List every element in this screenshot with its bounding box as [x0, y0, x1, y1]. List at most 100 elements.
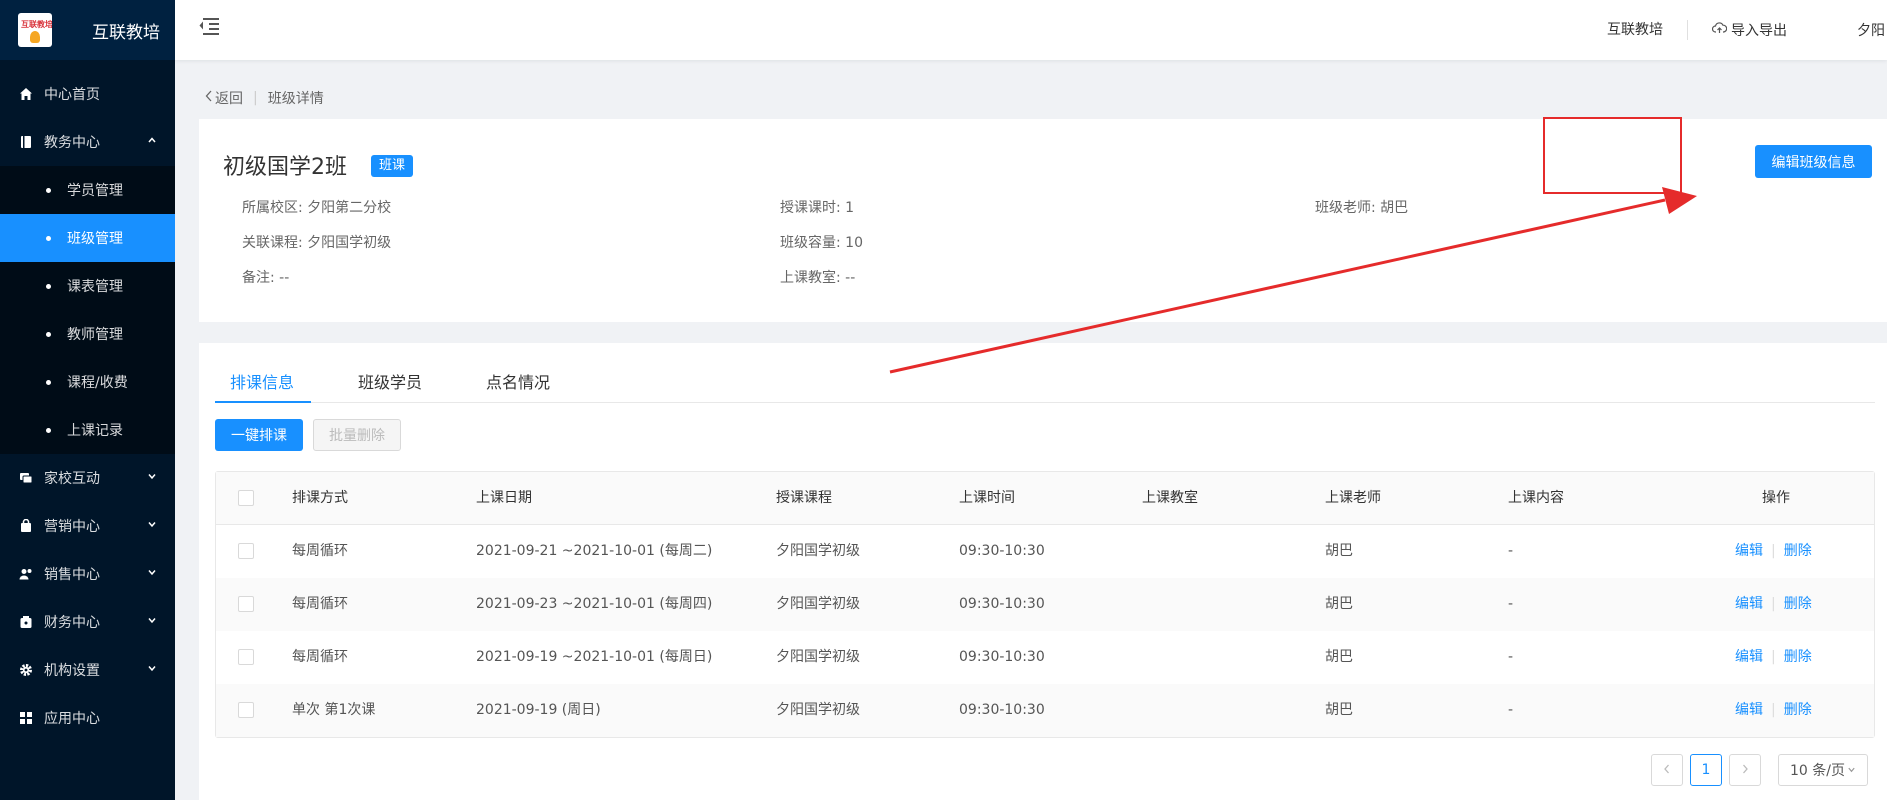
- table-header-row: 排课方式 上课日期 授课课程 上课时间 上课教室 上课老师 上课内容 操作: [216, 472, 1874, 525]
- grid-icon: [18, 710, 34, 726]
- tab-bar: 排课信息 班级学员 点名情况: [215, 343, 1875, 403]
- chevron-down-icon: [1847, 762, 1856, 778]
- gear-icon: [18, 662, 34, 678]
- page-button-current[interactable]: 1: [1690, 754, 1722, 786]
- home-icon: [18, 86, 34, 102]
- users-icon: [18, 566, 34, 582]
- sidebar-item-schedule[interactable]: 课表管理: [0, 262, 175, 310]
- teacher-field: 班级老师: 胡巴: [1315, 200, 1409, 216]
- sidebar-item-students[interactable]: 学员管理: [0, 166, 175, 214]
- sidebar-item-classes[interactable]: 班级管理: [0, 214, 175, 262]
- class-title: 初级国学2班: [223, 155, 347, 180]
- sidebar-item-marketing[interactable]: 营销中心: [0, 502, 175, 550]
- col-header-teacher: 上课老师: [1325, 490, 1381, 506]
- cell-date: 2021-09-23 ~2021-10-01 (每周四): [476, 596, 713, 612]
- cell-mode: 每周循环: [292, 649, 348, 665]
- wallet-icon: [18, 614, 34, 630]
- cell-course: 夕阳国学初级: [776, 649, 860, 665]
- cell-actions: 编辑 | 删除: [1735, 684, 1812, 737]
- delete-row-link[interactable]: 删除: [1784, 525, 1812, 578]
- chevron-down-icon: [147, 615, 157, 628]
- row-checkbox[interactable]: [238, 702, 254, 718]
- prev-page-button[interactable]: [1651, 754, 1683, 786]
- edit-row-link[interactable]: 编辑: [1735, 578, 1763, 631]
- tab-schedule-info[interactable]: 排课信息: [230, 369, 294, 393]
- delete-row-link[interactable]: 删除: [1784, 631, 1812, 684]
- cell-teacher: 胡巴: [1325, 649, 1353, 665]
- delete-row-link[interactable]: 删除: [1784, 578, 1812, 631]
- col-header-course: 授课课程: [776, 490, 832, 506]
- row-checkbox[interactable]: [238, 649, 254, 665]
- cell-content: -: [1508, 649, 1514, 665]
- chevron-left-icon: [1663, 762, 1671, 778]
- note-field: 备注: --: [242, 270, 290, 286]
- cell-content: -: [1508, 543, 1514, 559]
- sidebar-item-settings[interactable]: 机构设置: [0, 646, 175, 694]
- edit-row-link[interactable]: 编辑: [1735, 525, 1763, 578]
- chat-icon: [18, 470, 34, 486]
- header-user-name[interactable]: 夕阳: [1857, 20, 1887, 40]
- chevron-down-icon: [147, 471, 157, 484]
- sidebar-item-apps[interactable]: 应用中心: [0, 694, 175, 742]
- sidebar-item-finance[interactable]: 财务中心: [0, 598, 175, 646]
- sidebar-item-academic[interactable]: 教务中心: [0, 118, 175, 166]
- course-field: 关联课程: 夕阳国学初级: [242, 235, 392, 251]
- cell-actions: 编辑 | 删除: [1735, 578, 1812, 631]
- table-row: 每周循环 2021-09-21 ~2021-10-01 (每周二) 夕阳国学初级…: [216, 525, 1874, 578]
- auto-schedule-button[interactable]: 一键排课: [215, 419, 303, 451]
- page-size-select[interactable]: 10 条/页: [1778, 754, 1868, 786]
- schedule-card: 排课信息 班级学员 点名情况 一键排课 批量删除 排课方式 上课日期 授课课程 …: [199, 343, 1887, 800]
- cell-time: 09:30-10:30: [959, 596, 1045, 612]
- cell-date: 2021-09-21 ~2021-10-01 (每周二): [476, 543, 713, 559]
- sidebar-item-home-school[interactable]: 家校互动: [0, 454, 175, 502]
- edit-class-button[interactable]: 编辑班级信息: [1755, 145, 1872, 178]
- sidebar-item-teachers[interactable]: 教师管理: [0, 310, 175, 358]
- top-header: 互联教培 导入导出 夕阳: [175, 0, 1887, 60]
- row-checkbox[interactable]: [238, 543, 254, 559]
- row-checkbox[interactable]: [238, 596, 254, 612]
- edit-row-link[interactable]: 编辑: [1735, 631, 1763, 684]
- table-row: 每周循环 2021-09-19 ~2021-10-01 (每周日) 夕阳国学初级…: [216, 631, 1874, 684]
- table-row: 单次 第1次课 2021-09-19 (周日) 夕阳国学初级 09:30-10:…: [216, 684, 1874, 737]
- delete-row-link[interactable]: 删除: [1784, 684, 1812, 737]
- cell-mode: 单次 第1次课: [292, 702, 376, 718]
- col-header-content: 上课内容: [1508, 490, 1564, 506]
- col-header-mode: 排课方式: [292, 490, 348, 506]
- cell-content: -: [1508, 702, 1514, 718]
- campus-field: 所属校区: 夕阳第二分校: [242, 200, 392, 216]
- sidebar-item-courses[interactable]: 课程/收费: [0, 358, 175, 406]
- cell-mode: 每周循环: [292, 543, 348, 559]
- table-row: 每周循环 2021-09-23 ~2021-10-01 (每周四) 夕阳国学初级…: [216, 578, 1874, 631]
- back-link[interactable]: 返回: [205, 88, 243, 108]
- tab-attendance[interactable]: 点名情况: [486, 369, 550, 393]
- tab-class-students[interactable]: 班级学员: [358, 369, 422, 393]
- classroom-field: 上课教室: --: [780, 270, 856, 286]
- sidebar-item-home[interactable]: 中心首页: [0, 70, 175, 118]
- breadcrumb-current: 班级详情: [267, 91, 324, 107]
- select-all-checkbox[interactable]: [238, 490, 254, 506]
- cell-time: 09:30-10:30: [959, 702, 1045, 718]
- book-icon: [18, 134, 34, 150]
- sidebar-item-sales[interactable]: 销售中心: [0, 550, 175, 598]
- menu-fold-icon[interactable]: [199, 16, 219, 35]
- sidebar: 互联教培 互联教培 中心首页 教务中心 学员管理 班级管理 课表管理 教师管理 …: [0, 0, 175, 800]
- chevron-right-icon: [1741, 762, 1749, 778]
- app-name: 互联教培: [92, 22, 160, 43]
- chevron-up-icon: [147, 135, 157, 148]
- cell-teacher: 胡巴: [1325, 702, 1353, 718]
- cell-actions: 编辑 | 删除: [1735, 525, 1812, 578]
- hours-field: 授课课时: 1: [780, 200, 855, 216]
- sidebar-item-records[interactable]: 上课记录: [0, 406, 175, 454]
- col-header-time: 上课时间: [959, 490, 1015, 506]
- col-header-room: 上课教室: [1142, 490, 1198, 506]
- next-page-button[interactable]: [1729, 754, 1761, 786]
- class-type-badge: 班课: [371, 155, 414, 177]
- edit-row-link[interactable]: 编辑: [1735, 684, 1763, 737]
- import-export-link[interactable]: 导入导出: [1688, 20, 1857, 40]
- app-logo: 互联教培: [18, 13, 52, 47]
- header-org-name[interactable]: 互联教培: [1583, 20, 1688, 40]
- batch-delete-button[interactable]: 批量删除: [313, 419, 401, 451]
- breadcrumb-separator: |: [253, 90, 258, 106]
- cell-actions: 编辑 | 删除: [1735, 631, 1812, 684]
- cell-time: 09:30-10:30: [959, 649, 1045, 665]
